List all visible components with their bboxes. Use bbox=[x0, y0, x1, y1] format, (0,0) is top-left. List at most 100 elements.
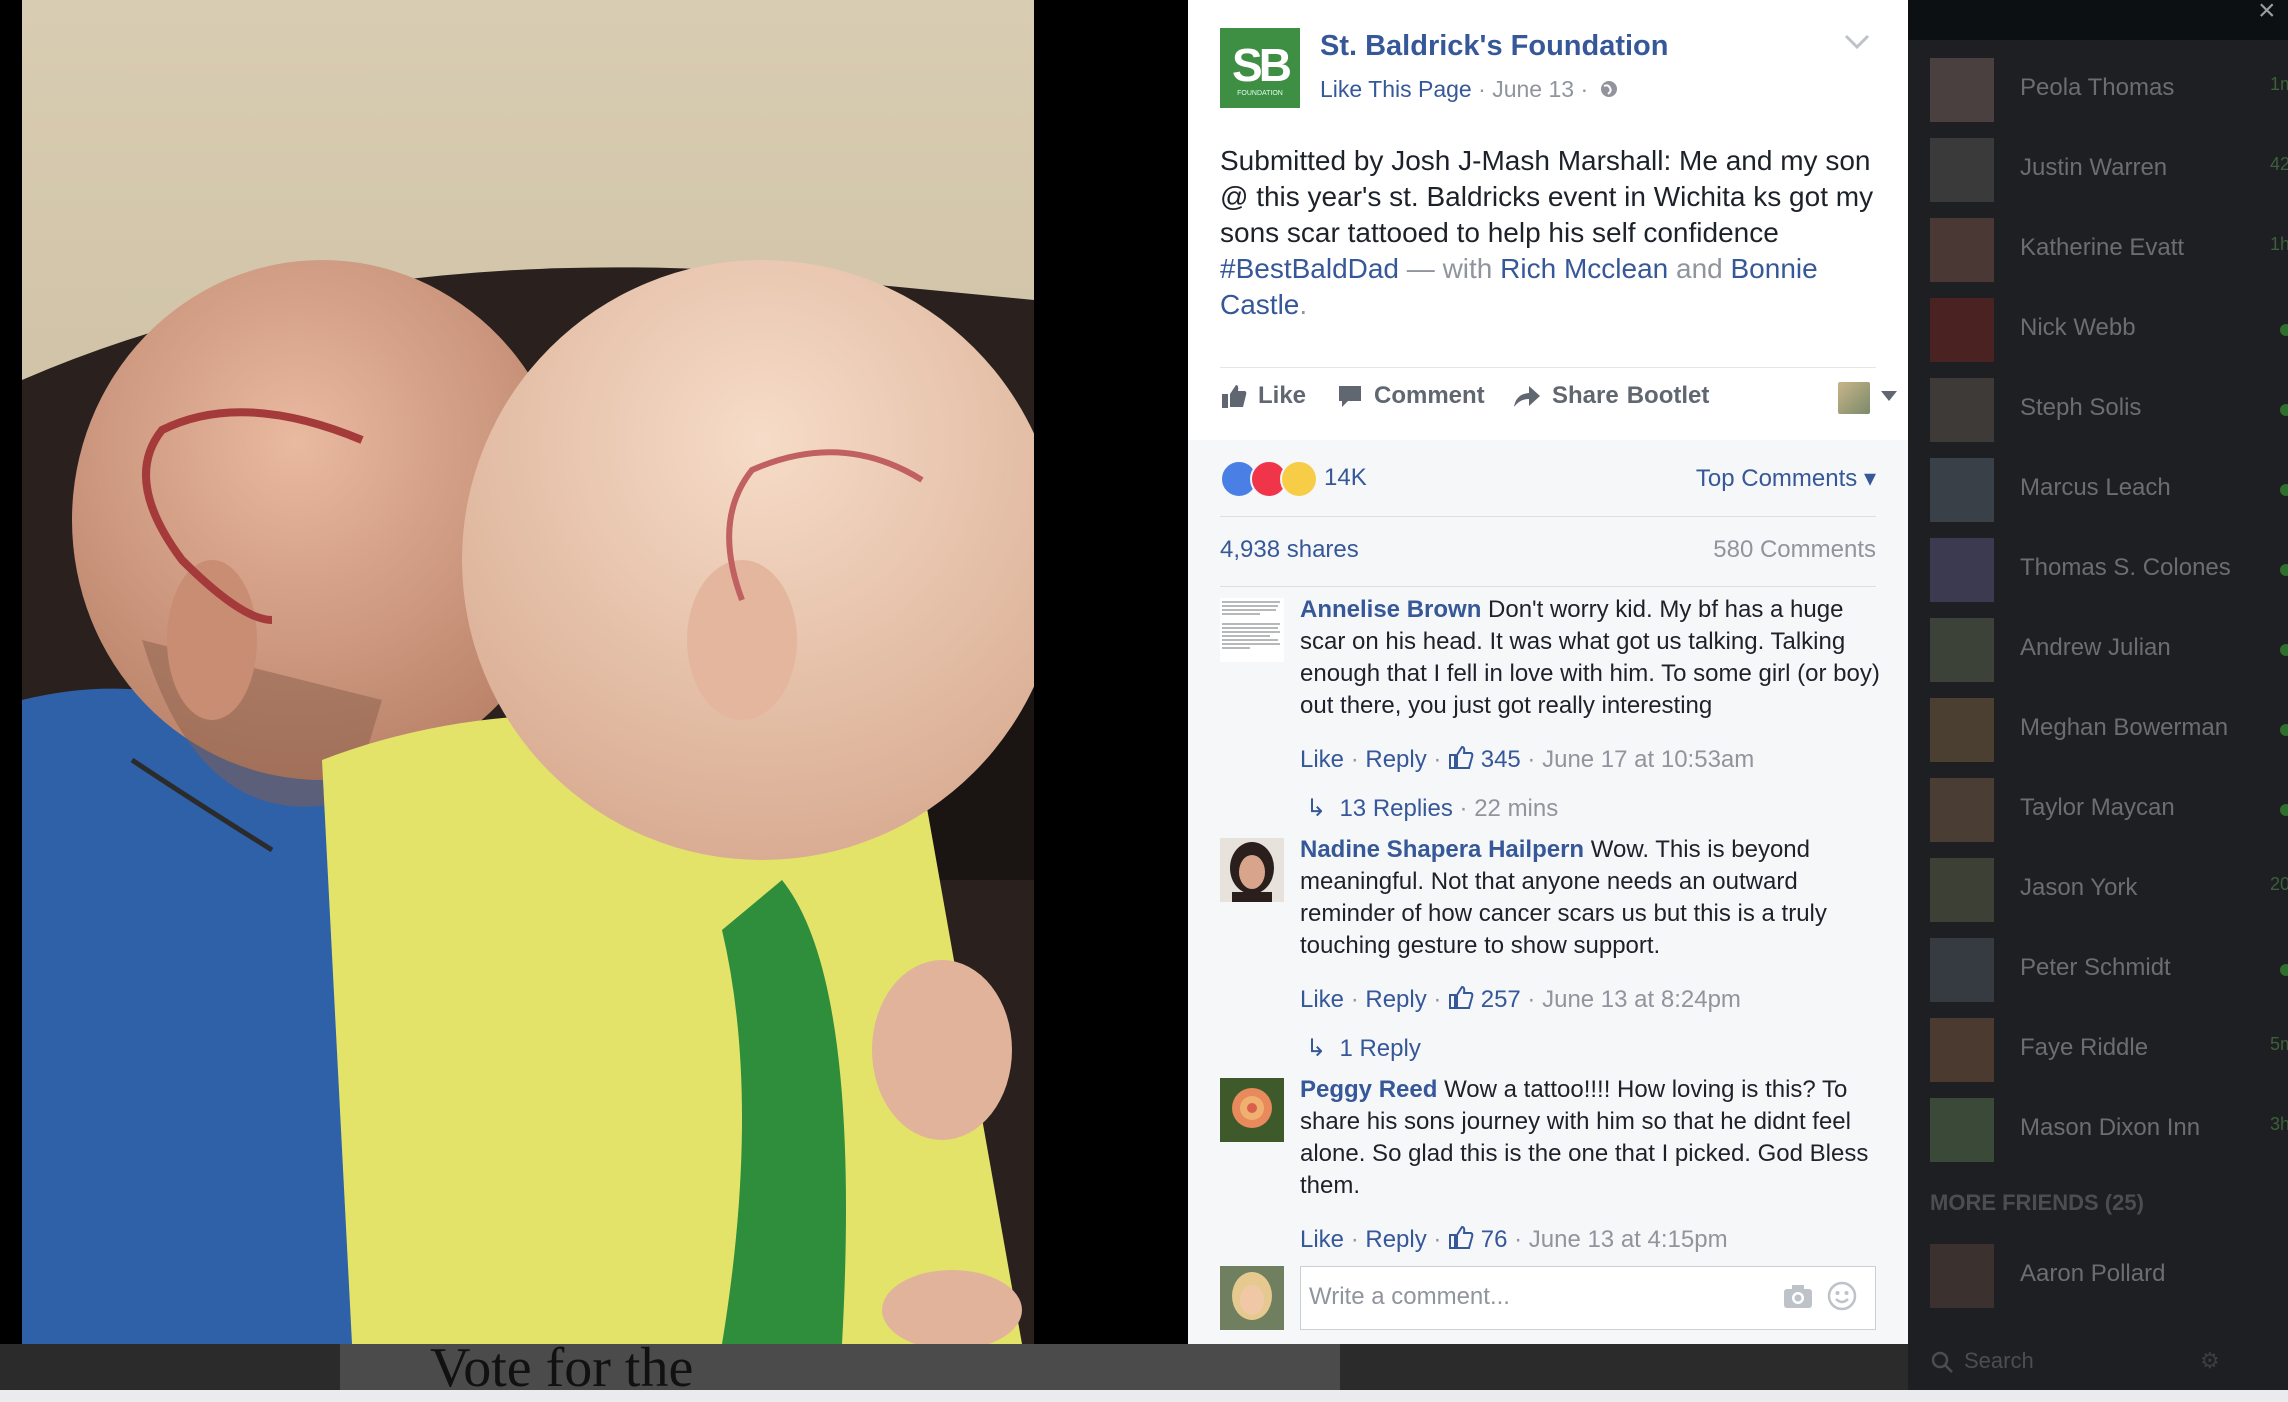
share-button[interactable]: Share Bootlet bbox=[1512, 382, 1709, 410]
comment-like-link[interactable]: Like bbox=[1300, 986, 1344, 1013]
chevron-down-icon[interactable] bbox=[1844, 34, 1870, 50]
bookmarklet-label[interactable]: Bootlet bbox=[1627, 382, 1710, 410]
post-header: SB FOUNDATION St. Baldrick's Foundation … bbox=[1188, 0, 1908, 440]
friend-item[interactable]: Nick Webb bbox=[1930, 298, 2288, 362]
comment-like-count[interactable]: 76 bbox=[1481, 1226, 1508, 1253]
friend-avatar bbox=[1930, 378, 1994, 442]
comment-text: Nadine Shapera Hailpern Wow. This is bey… bbox=[1300, 834, 1880, 962]
write-comment-row: Write a comment... bbox=[1220, 1266, 1876, 1332]
friend-item[interactable]: Faye Riddle 5m bbox=[1930, 1018, 2288, 1082]
commenter-avatar[interactable] bbox=[1220, 838, 1284, 902]
friend-item[interactable]: Marcus Leach bbox=[1930, 458, 2288, 522]
shares-count-link[interactable]: 4,938 shares bbox=[1220, 536, 1359, 564]
like-page-link[interactable]: Like This Page bbox=[1320, 76, 1472, 102]
reactions-count[interactable]: 14K bbox=[1324, 464, 1367, 492]
friend-name: Mason Dixon Inn bbox=[2020, 1114, 2201, 1141]
post-meta: Like This Page · June 13 · bbox=[1320, 76, 1619, 103]
camera-icon[interactable] bbox=[1783, 1283, 1813, 1309]
comment-text: Annelise Brown Don't worry kid. My bf ha… bbox=[1300, 594, 1880, 722]
reply-arrow-icon: ↳ bbox=[1306, 795, 1327, 822]
friend-last-active: 42m bbox=[2270, 154, 2288, 174]
friend-avatar bbox=[1930, 538, 1994, 602]
post-as-avatar[interactable] bbox=[1838, 382, 1870, 414]
comment-like-link[interactable]: Like bbox=[1300, 746, 1344, 773]
reactions-summary[interactable]: 14K Top Comments ▾ bbox=[1220, 460, 1876, 500]
comment-reply-link[interactable]: Reply bbox=[1365, 986, 1426, 1013]
reply-arrow-icon: ↳ bbox=[1306, 1035, 1327, 1062]
meta-separator: · bbox=[1478, 76, 1493, 102]
view-replies-link[interactable]: ↳ 13 Replies · 22 mins bbox=[1306, 794, 1558, 823]
comments-section: 14K Top Comments ▾ 4,938 shares 580 Comm… bbox=[1188, 440, 1908, 1344]
comment-reply-link[interactable]: Reply bbox=[1365, 746, 1426, 773]
post-date[interactable]: June 13 bbox=[1492, 76, 1574, 102]
comment-author-link[interactable]: Annelise Brown bbox=[1300, 596, 1481, 623]
comment-button-label: Comment bbox=[1374, 382, 1485, 409]
commenter-avatar[interactable] bbox=[1220, 598, 1284, 662]
friend-item[interactable]: Andrew Julian bbox=[1930, 618, 2288, 682]
online-status-dot bbox=[2280, 404, 2288, 416]
comment-like-count[interactable]: 345 bbox=[1481, 746, 1521, 773]
chat-sidebar: × Peola Thomas 1m Justin Warren 42m Katherin… bbox=[1908, 0, 2288, 1390]
divider bbox=[1220, 367, 1876, 368]
comment-bubble-icon bbox=[1339, 386, 1361, 407]
friend-name: Peter Schmidt bbox=[2020, 954, 2171, 981]
close-icon[interactable]: × bbox=[2258, 0, 2276, 28]
replies-time: 22 mins bbox=[1474, 795, 1559, 822]
hashtag-link[interactable]: #BestBaldDad bbox=[1220, 253, 1399, 284]
comment-author-link[interactable]: Peggy Reed bbox=[1300, 1076, 1437, 1103]
page-logo[interactable]: SB FOUNDATION bbox=[1220, 28, 1300, 108]
like-button[interactable]: Like bbox=[1220, 382, 1306, 410]
comment-text: Peggy Reed Wow a tattoo!!!! How loving i… bbox=[1300, 1074, 1880, 1202]
view-replies-link[interactable]: ↳ 1 Reply bbox=[1306, 1034, 1421, 1063]
friend-name: Katherine Evatt bbox=[2020, 234, 2185, 261]
friend-avatar bbox=[1930, 458, 1994, 522]
friend-item[interactable]: Steph Solis bbox=[1930, 378, 2288, 442]
friend-last-active: 3h bbox=[2270, 1114, 2288, 1134]
friend-item[interactable]: Taylor Maycan bbox=[1930, 778, 2288, 842]
friend-avatar bbox=[1930, 138, 1994, 202]
post-photo[interactable] bbox=[22, 0, 1034, 1344]
page-logo-subtext: FOUNDATION bbox=[1237, 90, 1283, 97]
comment-like-count[interactable]: 257 bbox=[1481, 986, 1521, 1013]
friend-item[interactable]: Justin Warren 42m bbox=[1930, 138, 2288, 202]
friend-item[interactable]: Jason York 20m bbox=[1930, 858, 2288, 922]
chat-search-input[interactable]: Search ⚙ bbox=[1930, 1348, 2270, 1378]
comment-like-link[interactable]: Like bbox=[1300, 1226, 1344, 1253]
comment-time[interactable]: June 17 at 10:53am bbox=[1542, 746, 1754, 773]
friend-name: Justin Warren bbox=[2020, 154, 2168, 181]
document-thumbnail-icon bbox=[1220, 598, 1284, 662]
comments-count-link[interactable]: 580 Comments bbox=[1713, 536, 1876, 564]
replies-count: 1 Reply bbox=[1339, 1035, 1421, 1062]
friend-avatar bbox=[1930, 618, 1994, 682]
gear-icon[interactable]: ⚙ bbox=[2200, 1348, 2220, 1374]
friend-item[interactable]: Katherine Evatt 1h bbox=[1930, 218, 2288, 282]
tagged-person-link[interactable]: Rich Mcclean bbox=[1500, 253, 1668, 284]
commenter-avatar[interactable] bbox=[1220, 1078, 1284, 1142]
comment-button[interactable]: Comment bbox=[1336, 382, 1485, 410]
page-name-link[interactable]: St. Baldrick's Foundation bbox=[1320, 30, 1668, 63]
friend-item[interactable]: Thomas S. Colones bbox=[1930, 538, 2288, 602]
comment-time[interactable]: June 13 at 8:24pm bbox=[1542, 986, 1741, 1013]
friend-avatar bbox=[1930, 298, 1994, 362]
friend-item[interactable]: Aaron Pollard bbox=[1930, 1244, 2288, 1308]
online-status-dot bbox=[2280, 644, 2288, 656]
friend-item[interactable]: Meghan Bowerman bbox=[1930, 698, 2288, 762]
top-comments-dropdown[interactable]: Top Comments ▾ bbox=[1696, 464, 1876, 493]
comment-reply-link[interactable]: Reply bbox=[1365, 1226, 1426, 1253]
friend-last-active: 20m bbox=[2270, 874, 2288, 894]
person-photo-icon bbox=[1220, 1266, 1284, 1330]
divider bbox=[1220, 516, 1876, 517]
chat-search-placeholder: Search bbox=[1964, 1348, 2034, 1373]
search-icon bbox=[1931, 1351, 1953, 1373]
more-friends-heading: MORE FRIENDS (25) bbox=[1930, 1190, 2144, 1215]
friend-item[interactable]: Mason Dixon Inn 3h bbox=[1930, 1098, 2288, 1162]
post-text: Submitted by Josh J-Mash Marshall: Me an… bbox=[1220, 143, 1880, 323]
comment-author-link[interactable]: Nadine Shapera Hailpern bbox=[1300, 836, 1584, 863]
online-status-dot bbox=[2280, 804, 2288, 816]
comment-time[interactable]: June 13 at 4:15pm bbox=[1529, 1226, 1728, 1253]
caret-down-icon[interactable] bbox=[1880, 390, 1898, 402]
friend-item[interactable]: Peter Schmidt bbox=[1930, 938, 2288, 1002]
emoji-icon[interactable] bbox=[1827, 1281, 1857, 1311]
friend-item[interactable]: Peola Thomas 1m bbox=[1930, 58, 2288, 122]
comment-input[interactable]: Write a comment... bbox=[1300, 1266, 1876, 1330]
